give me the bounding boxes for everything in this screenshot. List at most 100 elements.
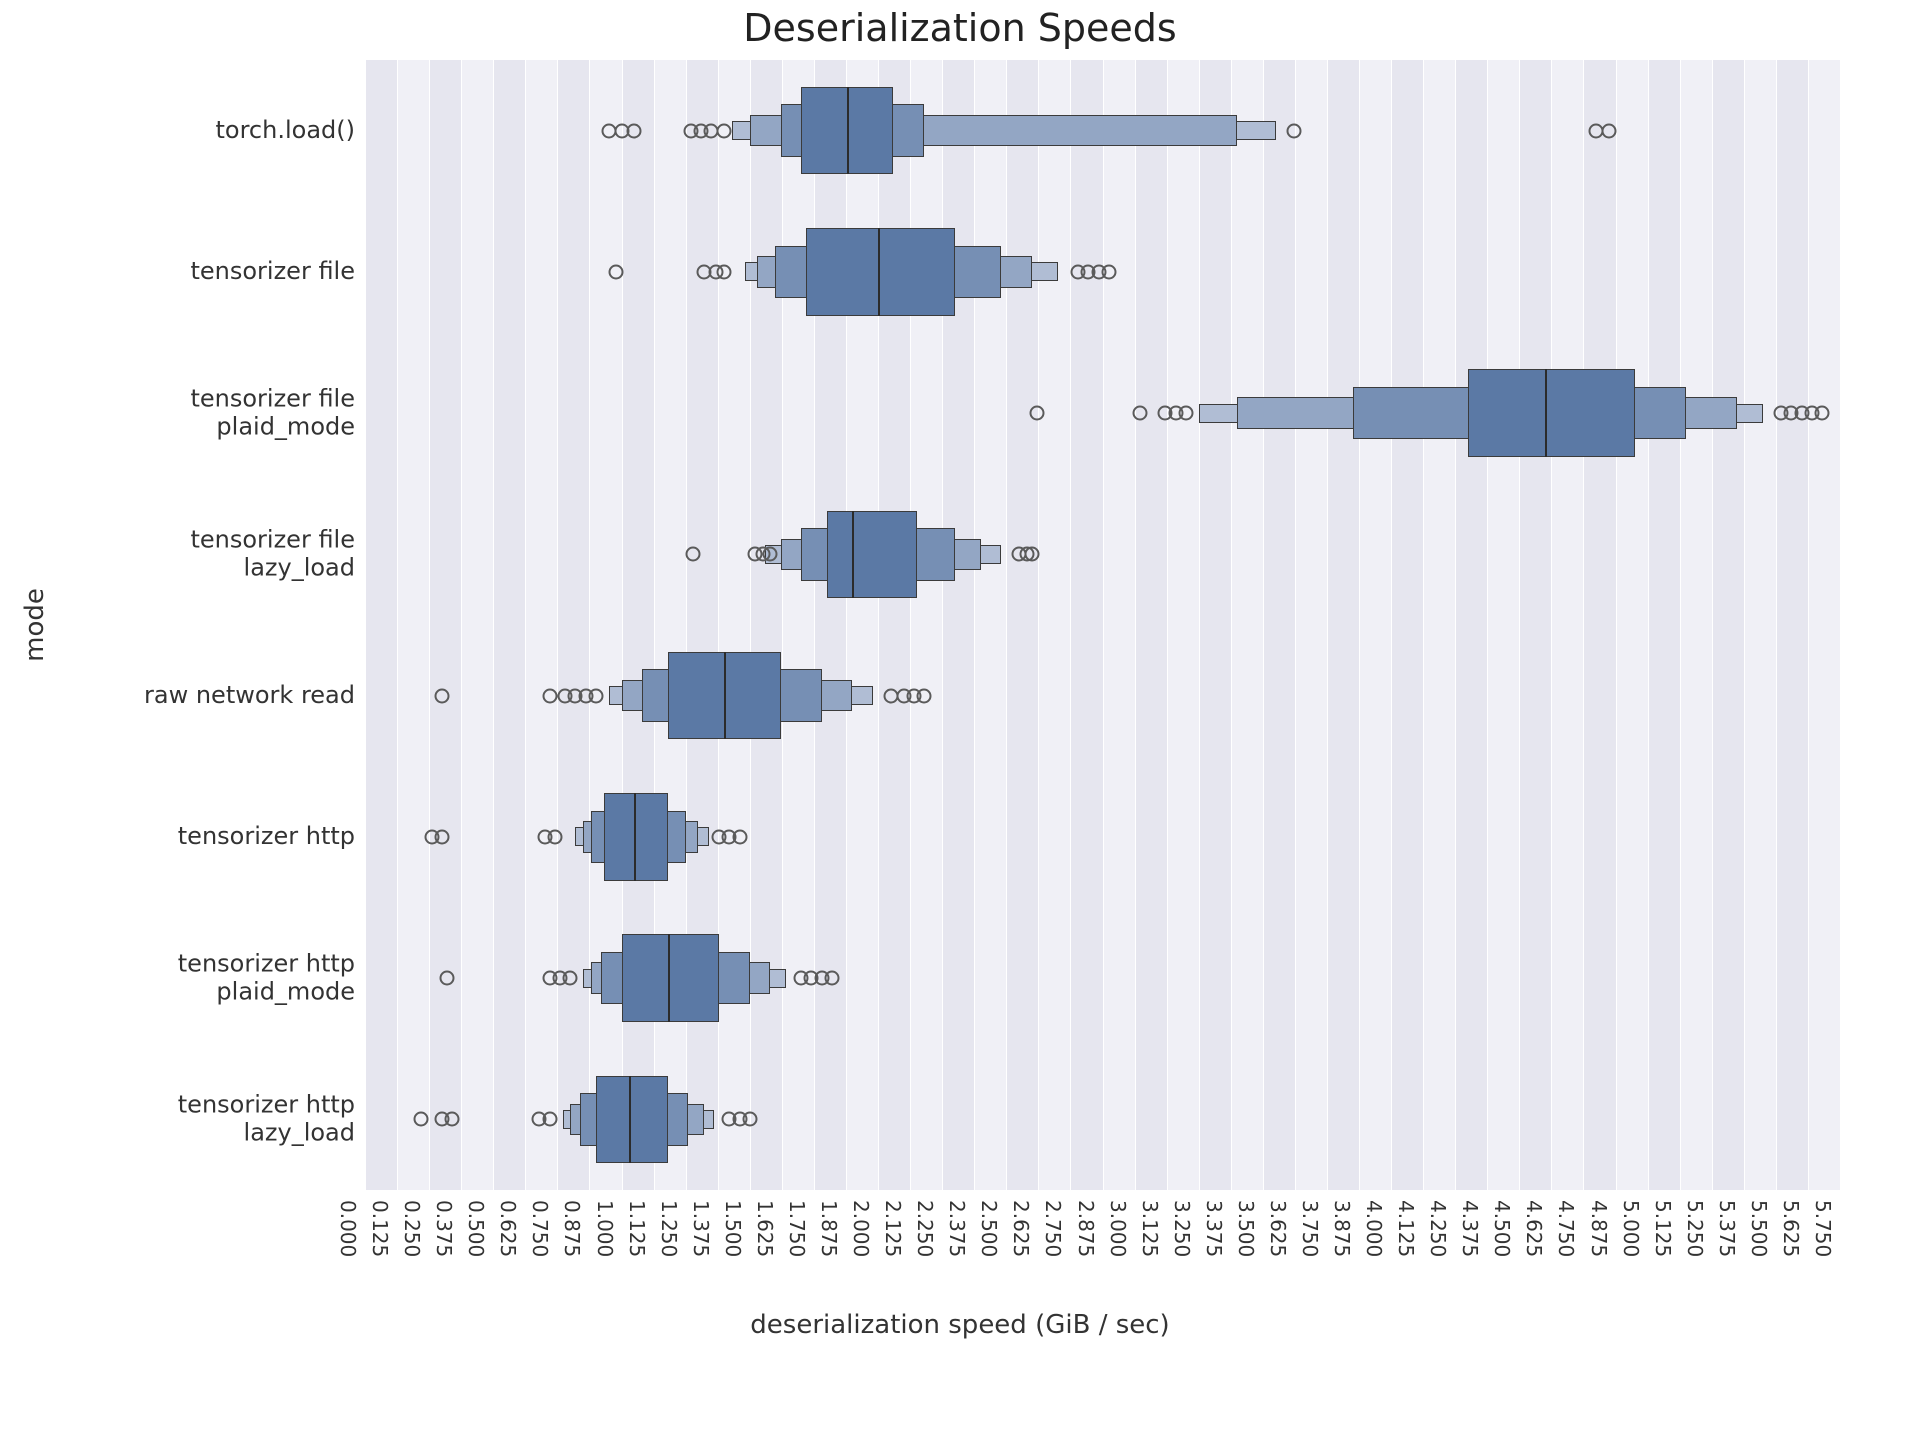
x-tick-label: 3.500 [1234, 1200, 1258, 1257]
x-tick-label: 5.500 [1747, 1200, 1771, 1257]
outlier-point [686, 547, 701, 562]
outlier-point [1101, 264, 1116, 279]
boxen-layer [622, 934, 719, 1022]
x-tick-label: 0.250 [400, 1200, 424, 1257]
x-tick-label: 5.375 [1715, 1200, 1739, 1257]
outlier-point [1030, 406, 1045, 421]
x-tick-label: 3.375 [1202, 1200, 1226, 1257]
outlier-point [627, 123, 642, 138]
boxen-row [365, 625, 1840, 766]
x-tick-label: 0.500 [464, 1200, 488, 1257]
x-tick-label: 0.375 [432, 1200, 456, 1257]
x-tick-label: 1.750 [785, 1200, 809, 1257]
y-tick-label: torch.load() [15, 117, 355, 145]
median-line [878, 228, 880, 316]
x-tick-label: 3.750 [1298, 1200, 1322, 1257]
x-tick-label: 5.000 [1619, 1200, 1643, 1257]
outlier-point [563, 971, 578, 986]
boxen-row [365, 201, 1840, 342]
chart-figure: Deserialization Speeds mode torch.load()… [0, 0, 1920, 1440]
outlier-point [609, 264, 624, 279]
x-tick-label: 2.250 [913, 1200, 937, 1257]
boxen-row [365, 908, 1840, 1049]
outlier-point [1132, 406, 1147, 421]
outlier-point [440, 971, 455, 986]
outlier-point [542, 1112, 557, 1127]
boxen-layer [806, 228, 955, 316]
x-tick-label: 5.250 [1683, 1200, 1707, 1257]
x-tick-label: 4.125 [1394, 1200, 1418, 1257]
x-tick-label: 4.875 [1587, 1200, 1611, 1257]
outlier-point [445, 1112, 460, 1127]
x-tick-label: 3.125 [1138, 1200, 1162, 1257]
x-tick-label: 4.375 [1458, 1200, 1482, 1257]
outlier-point [717, 123, 732, 138]
x-tick-label: 1.375 [689, 1200, 713, 1257]
outlier-point [588, 688, 603, 703]
x-tick-label: 4.625 [1522, 1200, 1546, 1257]
x-tick-label: 1.625 [753, 1200, 777, 1257]
x-tick-label: 2.625 [1009, 1200, 1033, 1257]
x-tick-label: 3.000 [1106, 1200, 1130, 1257]
x-axis-label: deserialization speed (GiB / sec) [0, 1310, 1920, 1340]
y-tick-label: tensorizer http lazy_load [15, 1092, 355, 1147]
outlier-point [1602, 123, 1617, 138]
median-line [668, 934, 670, 1022]
x-tick-label: 0.750 [528, 1200, 552, 1257]
median-line [847, 87, 849, 175]
outlier-point [824, 971, 839, 986]
boxen-layer [827, 511, 917, 599]
y-tick-label: tensorizer file plaid_mode [15, 386, 355, 441]
x-tick-label: 0.625 [496, 1200, 520, 1257]
x-tick-label: 5.750 [1811, 1200, 1835, 1257]
outlier-point [542, 688, 557, 703]
outlier-point [717, 264, 732, 279]
x-tick-label: 1.500 [721, 1200, 745, 1257]
outlier-point [763, 547, 778, 562]
outlier-point [414, 1112, 429, 1127]
x-tick-label: 3.625 [1266, 1200, 1290, 1257]
x-tick-label: 5.625 [1779, 1200, 1803, 1257]
x-tick-label: 2.875 [1074, 1200, 1098, 1257]
median-line [629, 1076, 631, 1164]
outlier-point [1815, 406, 1830, 421]
boxen-row [365, 1049, 1840, 1190]
x-tick-label: 4.250 [1426, 1200, 1450, 1257]
x-tick-label: 4.750 [1554, 1200, 1578, 1257]
boxen-layer [1468, 369, 1635, 457]
x-tick-label: 2.000 [849, 1200, 873, 1257]
boxen-row [365, 484, 1840, 625]
y-tick-label: tensorizer http [15, 823, 355, 851]
median-line [634, 793, 636, 881]
y-axis-label: mode [20, 588, 50, 662]
median-line [1545, 369, 1547, 457]
x-tick-label: 5.125 [1651, 1200, 1675, 1257]
y-tick-label: raw network read [15, 682, 355, 710]
x-tick-label: 2.750 [1041, 1200, 1065, 1257]
x-tick-label: 2.375 [945, 1200, 969, 1257]
x-tick-label: 2.500 [977, 1200, 1001, 1257]
y-tick-label: tensorizer file lazy_load [15, 527, 355, 582]
boxen-row [365, 766, 1840, 907]
outlier-point [547, 829, 562, 844]
outlier-point [1286, 123, 1301, 138]
x-tick-label: 4.500 [1490, 1200, 1514, 1257]
outlier-point [434, 688, 449, 703]
x-tick-label: 2.125 [881, 1200, 905, 1257]
y-tick-label: tensorizer http plaid_mode [15, 951, 355, 1006]
x-tick-label: 0.875 [560, 1200, 584, 1257]
x-tick-label: 0.000 [336, 1200, 360, 1257]
median-line [852, 511, 854, 599]
x-tick-label: 1.875 [817, 1200, 841, 1257]
x-tick-label: 4.000 [1362, 1200, 1386, 1257]
chart-title: Deserialization Speeds [0, 6, 1920, 50]
outlier-point [742, 1112, 757, 1127]
boxen-row [365, 343, 1840, 484]
x-tick-label: 1.000 [593, 1200, 617, 1257]
median-line [724, 652, 726, 740]
y-tick-label: tensorizer file [15, 258, 355, 286]
outlier-point [434, 829, 449, 844]
outlier-point [1024, 547, 1039, 562]
x-tick-label: 1.125 [625, 1200, 649, 1257]
outlier-point [917, 688, 932, 703]
